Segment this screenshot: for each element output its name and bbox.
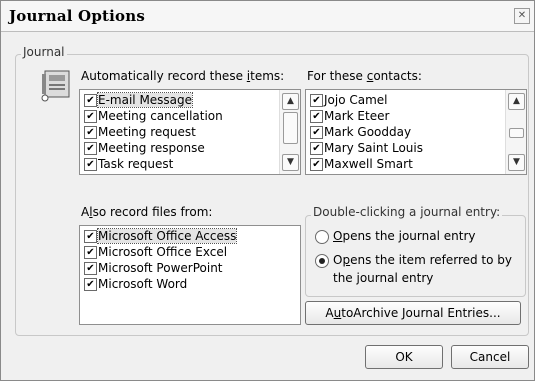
scroll-down-icon[interactable]: ▼	[508, 154, 525, 171]
list-item[interactable]: ✔ Microsoft PowerPoint	[82, 260, 229, 276]
checkbox[interactable]: ✔	[84, 158, 97, 171]
checkbox[interactable]: ✔	[84, 142, 97, 155]
checkbox[interactable]: ✔	[84, 94, 97, 107]
checkbox[interactable]: ✔	[310, 142, 323, 155]
list-item[interactable]: ✔ Maxwell Smart	[308, 156, 419, 172]
checkbox[interactable]: ✔	[310, 94, 323, 107]
list-item[interactable]: ✔ E-mail Message	[82, 92, 198, 108]
radio-open-referred-item-label-line2[interactable]: the journal entry	[333, 271, 433, 285]
list-item[interactable]: ✔ Mark Goodday	[308, 124, 417, 140]
record-files-label: Also record files from:	[81, 205, 213, 219]
radio-open-journal-entry-label[interactable]: Opens the journal entry	[333, 229, 475, 243]
ok-button[interactable]: OK	[365, 345, 443, 369]
checkbox[interactable]: ✔	[84, 126, 97, 139]
checkbox[interactable]: ✔	[310, 110, 323, 123]
scroll-thumb[interactable]	[509, 128, 524, 138]
scroll-up-icon[interactable]: ▲	[282, 93, 299, 110]
checkbox[interactable]: ✔	[84, 230, 97, 243]
double-click-group-label: Double-clicking a journal entry:	[311, 205, 503, 219]
scroll-thumb[interactable]	[283, 112, 298, 144]
close-icon[interactable]: ✕	[514, 8, 530, 24]
contacts-scrollbar[interactable]: ▲ ▼	[505, 90, 526, 174]
radio-selected-dot	[319, 258, 325, 264]
radio-open-referred-item[interactable]	[315, 254, 329, 268]
list-item[interactable]: ✔ Task request	[82, 156, 179, 172]
list-item[interactable]: ✔ Microsoft Office Excel	[82, 244, 233, 260]
checkbox[interactable]: ✔	[84, 110, 97, 123]
list-item[interactable]: ✔ Meeting response	[82, 140, 211, 156]
scroll-up-icon[interactable]: ▲	[508, 93, 525, 110]
checkbox[interactable]: ✔	[310, 126, 323, 139]
list-item[interactable]: ✔ Microsoft Word	[82, 276, 193, 292]
radio-open-journal-entry[interactable]	[315, 230, 329, 244]
contacts-list[interactable]: ✔ Jojo Camel ✔ Mark Eteer ✔ Mark Goodday ✔ M…	[305, 89, 527, 175]
title-bar: Journal Options ✕	[1, 1, 534, 32]
cancel-button[interactable]: Cancel	[451, 345, 529, 369]
scroll-down-icon[interactable]: ▼	[282, 154, 299, 171]
list-item[interactable]: ✔ Meeting cancellation	[82, 108, 229, 124]
list-item[interactable]: ✔ Jojo Camel	[308, 92, 394, 108]
list-item[interactable]: ✔ Meeting request	[82, 124, 202, 140]
checkbox[interactable]: ✔	[84, 262, 97, 275]
checkbox[interactable]: ✔	[310, 158, 323, 171]
autoarchive-journal-entries-button[interactable]: AutoArchive Journal Entries...	[305, 301, 521, 325]
list-item[interactable]: ✔ Microsoft Office Access	[82, 228, 242, 244]
journal-group-label: Journal	[21, 45, 67, 59]
list-item[interactable]: ✔ Mark Eteer	[308, 108, 395, 124]
record-items-label: Automatically record these items:	[81, 69, 285, 83]
list-item[interactable]: ✔ Mary Saint Louis	[308, 140, 429, 156]
radio-open-referred-item-label[interactable]: Opens the item referred to by	[333, 253, 512, 267]
dialog-title: Journal Options	[9, 7, 145, 25]
record-files-list[interactable]: ✔ Microsoft Office Access ✔ Microsoft Offi…	[79, 225, 301, 325]
journal-icon	[41, 70, 70, 102]
record-items-list[interactable]: ✔ E-mail Message ✔ Meeting cancellation ✔ M…	[79, 89, 301, 175]
contacts-label: For these contacts:	[307, 69, 422, 83]
checkbox[interactable]: ✔	[84, 246, 97, 259]
journal-options-dialog: Journal Options ✕ Journal Automatically …	[0, 0, 535, 381]
checkbox[interactable]: ✔	[84, 278, 97, 291]
items-scrollbar[interactable]: ▲ ▼	[279, 90, 300, 174]
